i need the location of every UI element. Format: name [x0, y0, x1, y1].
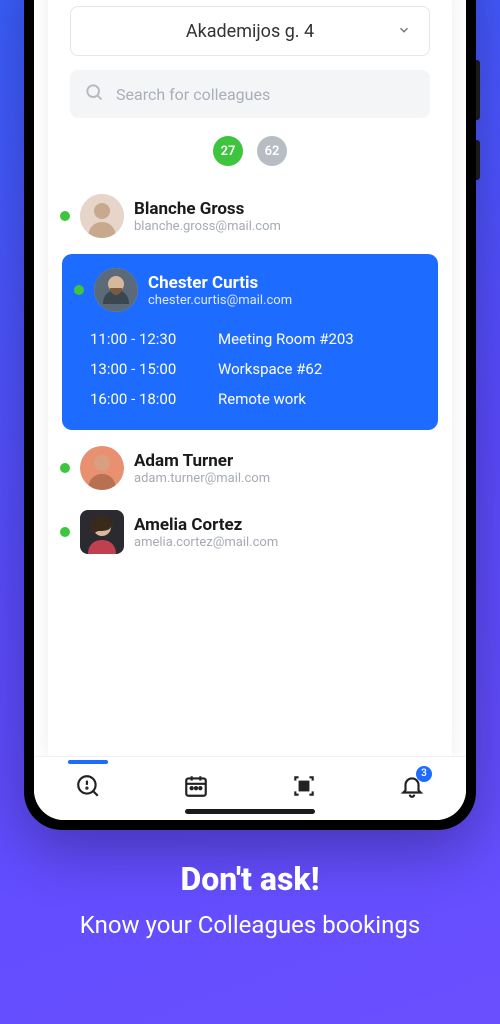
person-email: chester.curtis@mail.com [148, 293, 292, 308]
search-input[interactable]: Search for colleagues [70, 70, 430, 118]
status-dot-icon [60, 527, 70, 537]
count-pills: 27 62 [48, 136, 452, 166]
person-name: Adam Turner [134, 451, 270, 471]
booking-row: 11:00 - 12:30 Meeting Room #203 [90, 324, 424, 354]
online-count[interactable]: 27 [213, 136, 243, 166]
list-item-selected[interactable]: Chester Curtis chester.curtis@mail.com 1… [62, 254, 438, 430]
status-dot-icon [74, 285, 84, 295]
booking-time: 11:00 - 12:30 [90, 330, 200, 348]
booking-place: Meeting Room #203 [218, 330, 354, 348]
booking-row: 13:00 - 15:00 Workspace #62 [90, 354, 424, 384]
person-name: Amelia Cortez [134, 515, 278, 535]
person-email: amelia.cortez@mail.com [134, 535, 278, 550]
nav-notifications[interactable]: 3 [388, 762, 436, 810]
booking-time: 13:00 - 15:00 [90, 360, 200, 378]
nav-search[interactable] [64, 762, 112, 810]
booking-row: 16:00 - 18:00 Remote work [90, 384, 424, 414]
chevron-down-icon [397, 21, 411, 42]
colleague-list: Blanche Gross blanche.gross@mail.com Che… [48, 184, 452, 760]
location-select[interactable]: Akademijos g. 4 [70, 6, 430, 56]
person-name: Blanche Gross [134, 199, 281, 219]
caption-subtitle: Know your Colleagues bookings [40, 910, 460, 941]
nav-qr[interactable] [280, 762, 328, 810]
caption-title: Don't ask! [40, 860, 460, 898]
marketing-caption: Don't ask! Know your Colleagues bookings [0, 860, 500, 941]
person-email: blanche.gross@mail.com [134, 219, 281, 234]
avatar [80, 194, 124, 238]
bookings: 11:00 - 12:30 Meeting Room #203 13:00 - … [66, 324, 424, 414]
nav-calendar[interactable] [172, 762, 220, 810]
booking-place: Workspace #62 [218, 360, 322, 378]
search-placeholder: Search for colleagues [116, 85, 270, 104]
person-email: adam.turner@mail.com [134, 471, 270, 486]
booking-time: 16:00 - 18:00 [90, 390, 200, 408]
status-dot-icon [60, 463, 70, 473]
location-value: Akademijos g. 4 [186, 21, 314, 42]
list-item[interactable]: Blanche Gross blanche.gross@mail.com [48, 184, 452, 248]
content-card: Akademijos g. 4 Search for colleagues 27… [48, 0, 452, 760]
status-dot-icon [60, 211, 70, 221]
avatar [94, 268, 138, 312]
list-item[interactable]: Amelia Cortez amelia.cortez@mail.com [48, 500, 452, 564]
screen: Colleagues Worksp Akademijos g. 4 Search… [34, 0, 466, 820]
list-item[interactable]: Adam Turner adam.turner@mail.com [48, 436, 452, 500]
avatar [80, 510, 124, 554]
home-indicator [185, 809, 315, 814]
side-button [476, 140, 480, 180]
person-name: Chester Curtis [148, 273, 292, 293]
side-button [476, 60, 480, 120]
booking-place: Remote work [218, 390, 306, 408]
notification-badge: 3 [416, 766, 432, 782]
offline-count[interactable]: 62 [257, 136, 287, 166]
avatar [80, 446, 124, 490]
phone-frame: Colleagues Worksp Akademijos g. 4 Search… [24, 0, 476, 830]
search-icon [84, 82, 104, 106]
